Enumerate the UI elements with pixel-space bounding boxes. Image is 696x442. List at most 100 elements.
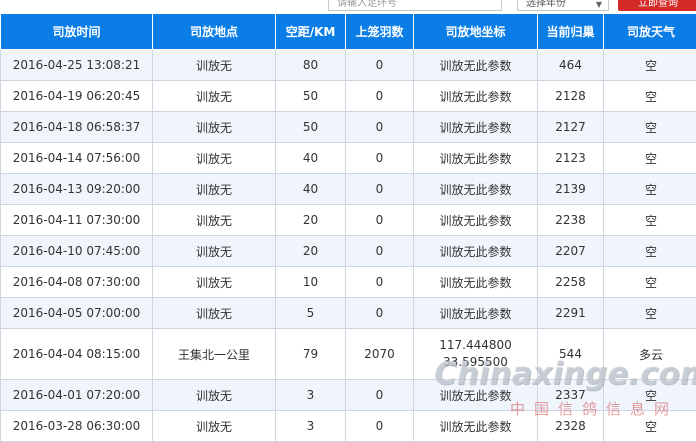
table-row[interactable]: 2016-04-19 06:20:45 训放无 50 0 训放无此参数 2128… xyxy=(1,81,696,112)
cell-weather: 空 xyxy=(604,267,696,298)
coord-longitude: 117.444800 xyxy=(414,337,537,354)
cell-coordinates: 训放无此参数 xyxy=(414,267,538,298)
cell-distance: 5 xyxy=(276,298,346,329)
cell-returned: 2328 xyxy=(538,411,604,442)
cell-returned: 2258 xyxy=(538,267,604,298)
coord-latitude: 33.595500 xyxy=(414,354,537,371)
cell-birds: 0 xyxy=(346,112,414,143)
table-row[interactable]: 2016-04-05 07:00:00 训放无 5 0 训放无此参数 2291 … xyxy=(1,298,696,329)
cell-returned: 2238 xyxy=(538,205,604,236)
cell-birds: 0 xyxy=(346,236,414,267)
cell-weather: 空 xyxy=(604,50,696,81)
table-row[interactable]: 2016-04-01 07:20:00 训放无 3 0 训放无此参数 2337 … xyxy=(1,380,696,411)
cell-place: 训放无 xyxy=(153,174,276,205)
cell-time: 2016-04-11 07:30:00 xyxy=(1,205,153,236)
cell-distance: 3 xyxy=(276,411,346,442)
cell-weather: 空 xyxy=(604,174,696,205)
search-input[interactable]: 请输入足环号 xyxy=(328,0,502,11)
cell-weather: 空 xyxy=(604,380,696,411)
cell-coordinates: 训放无此参数 xyxy=(414,50,538,81)
release-records-table: 司放时间 司放地点 空距/KM 上笼羽数 司放地坐标 当前归巢 司放天气 201… xyxy=(0,14,696,442)
cell-place: 训放无 xyxy=(153,143,276,174)
cell-weather: 空 xyxy=(604,81,696,112)
col-header-weather[interactable]: 司放天气 xyxy=(604,14,696,50)
cell-distance: 10 xyxy=(276,267,346,298)
cell-coordinates: 训放无此参数 xyxy=(414,205,538,236)
cell-coordinates: 训放无此参数 xyxy=(414,81,538,112)
cell-time: 2016-04-04 08:15:00 xyxy=(1,329,153,380)
cell-distance: 50 xyxy=(276,112,346,143)
table-row[interactable]: 2016-04-08 07:30:00 训放无 10 0 训放无此参数 2258… xyxy=(1,267,696,298)
cell-time: 2016-03-28 06:30:00 xyxy=(1,411,153,442)
cell-coordinates: 训放无此参数 xyxy=(414,143,538,174)
table-row[interactable]: 2016-04-04 08:15:00 王集北一公里 79 2070 117.4… xyxy=(1,329,696,380)
table-row[interactable]: 2016-04-10 07:45:00 训放无 20 0 训放无此参数 2207… xyxy=(1,236,696,267)
year-select[interactable]: 选择年份 ▼ xyxy=(517,0,609,11)
cell-returned: 2127 xyxy=(538,112,604,143)
cell-returned: 464 xyxy=(538,50,604,81)
cell-birds: 0 xyxy=(346,298,414,329)
col-header-coordinates[interactable]: 司放地坐标 xyxy=(414,14,538,50)
cell-time: 2016-04-25 13:08:21 xyxy=(1,50,153,81)
cell-time: 2016-04-13 09:20:00 xyxy=(1,174,153,205)
cell-weather: 空 xyxy=(604,112,696,143)
cell-weather: 多云 xyxy=(604,329,696,380)
cell-place: 训放无 xyxy=(153,112,276,143)
cell-birds: 0 xyxy=(346,267,414,298)
cell-place: 训放无 xyxy=(153,205,276,236)
cell-returned: 2207 xyxy=(538,236,604,267)
cell-weather: 空 xyxy=(604,143,696,174)
cell-birds: 0 xyxy=(346,380,414,411)
cell-coordinates: 117.444800 33.595500 xyxy=(414,329,538,380)
col-header-release-place[interactable]: 司放地点 xyxy=(153,14,276,50)
table-row[interactable]: 2016-04-11 07:30:00 训放无 20 0 训放无此参数 2238… xyxy=(1,205,696,236)
cell-coordinates: 训放无此参数 xyxy=(414,411,538,442)
cell-place: 训放无 xyxy=(153,236,276,267)
cell-coordinates: 训放无此参数 xyxy=(414,298,538,329)
table-row[interactable]: 2016-04-25 13:08:21 训放无 80 0 训放无此参数 464 … xyxy=(1,50,696,81)
cell-birds: 0 xyxy=(346,205,414,236)
cell-time: 2016-04-18 06:58:37 xyxy=(1,112,153,143)
cell-time: 2016-04-08 07:30:00 xyxy=(1,267,153,298)
table-row[interactable]: 2016-04-13 09:20:00 训放无 40 0 训放无此参数 2139… xyxy=(1,174,696,205)
cell-place: 王集北一公里 xyxy=(153,329,276,380)
cell-returned: 2128 xyxy=(538,81,604,112)
col-header-birds-caged[interactable]: 上笼羽数 xyxy=(346,14,414,50)
cell-birds: 0 xyxy=(346,50,414,81)
cell-time: 2016-04-14 07:56:00 xyxy=(1,143,153,174)
cell-distance: 80 xyxy=(276,50,346,81)
cell-distance: 79 xyxy=(276,329,346,380)
cell-weather: 空 xyxy=(604,298,696,329)
col-header-returned[interactable]: 当前归巢 xyxy=(538,14,604,50)
cell-coordinates: 训放无此参数 xyxy=(414,112,538,143)
cell-time: 2016-04-01 07:20:00 xyxy=(1,380,153,411)
cell-distance: 40 xyxy=(276,174,346,205)
year-select-value: 选择年份 xyxy=(526,0,566,9)
table-row[interactable]: 2016-04-14 07:56:00 训放无 40 0 训放无此参数 2123… xyxy=(1,143,696,174)
cell-time: 2016-04-10 07:45:00 xyxy=(1,236,153,267)
cell-returned: 2139 xyxy=(538,174,604,205)
cell-weather: 空 xyxy=(604,205,696,236)
cell-distance: 20 xyxy=(276,236,346,267)
table-row[interactable]: 2016-04-18 06:58:37 训放无 50 0 训放无此参数 2127… xyxy=(1,112,696,143)
cell-distance: 3 xyxy=(276,380,346,411)
cell-time: 2016-04-05 07:00:00 xyxy=(1,298,153,329)
cell-distance: 50 xyxy=(276,81,346,112)
cell-time: 2016-04-19 06:20:45 xyxy=(1,81,153,112)
cell-distance: 40 xyxy=(276,143,346,174)
cell-returned: 2337 xyxy=(538,380,604,411)
table-row[interactable]: 2016-03-28 06:30:00 训放无 3 0 训放无此参数 2328 … xyxy=(1,411,696,442)
cell-birds: 0 xyxy=(346,143,414,174)
cell-weather: 空 xyxy=(604,411,696,442)
cell-place: 训放无 xyxy=(153,380,276,411)
cell-coordinates: 训放无此参数 xyxy=(414,236,538,267)
cell-place: 训放无 xyxy=(153,50,276,81)
cell-place: 训放无 xyxy=(153,81,276,112)
cell-returned: 544 xyxy=(538,329,604,380)
col-header-distance[interactable]: 空距/KM xyxy=(276,14,346,50)
col-header-release-time[interactable]: 司放时间 xyxy=(1,14,153,50)
chevron-down-icon: ▼ xyxy=(596,0,602,12)
search-button[interactable]: 立即查询 xyxy=(618,0,696,11)
table-header-row: 司放时间 司放地点 空距/KM 上笼羽数 司放地坐标 当前归巢 司放天气 xyxy=(1,14,696,50)
cell-weather: 空 xyxy=(604,236,696,267)
